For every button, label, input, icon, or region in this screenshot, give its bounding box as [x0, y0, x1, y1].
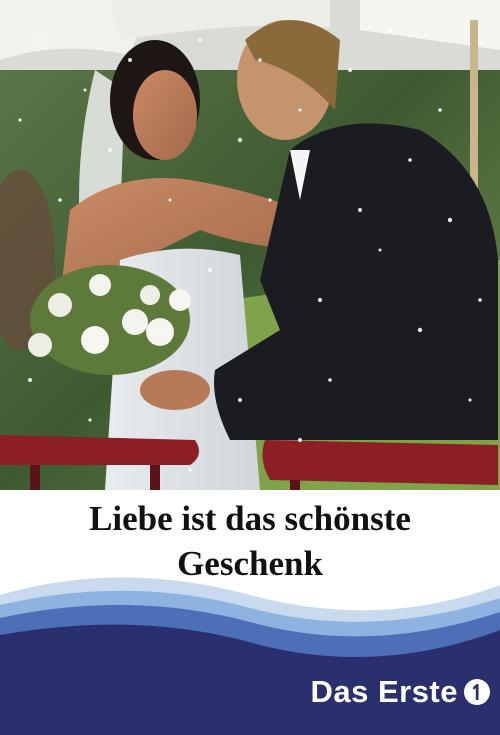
channel-brand: Das Erste: [310, 670, 492, 714]
movie-title-line-1: Liebe ist das schönste: [89, 499, 411, 538]
ard-1-logo-icon: [464, 679, 490, 705]
movie-poster: Liebe ist das schönste Geschenk Das Erst…: [0, 0, 500, 735]
channel-name: Das Erste: [310, 674, 458, 709]
wedding-photo: [0, 0, 500, 490]
